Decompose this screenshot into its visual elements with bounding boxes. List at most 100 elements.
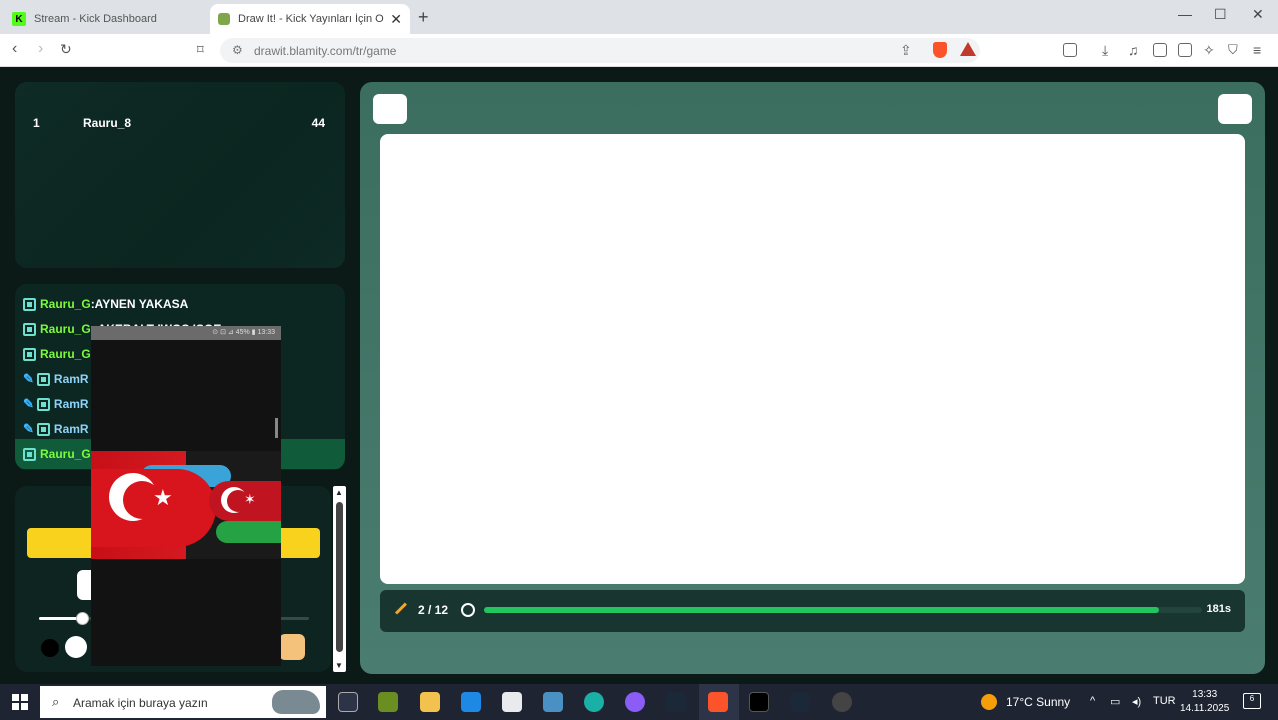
- tiktok-icon[interactable]: [749, 692, 769, 712]
- back-icon[interactable]: ‹: [12, 40, 17, 58]
- volume-icon[interactable]: ◂): [1132, 695, 1141, 708]
- chat-username: Rauru_G: [40, 347, 91, 361]
- phone-screen-overlay: ⊙ ⊡ ⊿ 45% ▮ 13:33 ★ ✶: [91, 326, 281, 666]
- time-progress-fill: [484, 607, 1159, 613]
- game-area: 2 / 12 181s: [360, 82, 1265, 674]
- brave-rewards-icon[interactable]: [960, 42, 976, 56]
- brave-icon[interactable]: [708, 692, 728, 712]
- chat-message: ✎ RamR: [23, 419, 89, 439]
- tr-star-icon: ★: [153, 485, 173, 510]
- panel-scrollbar[interactable]: ▲ ▼: [333, 486, 346, 672]
- windows-start-icon[interactable]: [12, 694, 28, 710]
- media-icon[interactable]: ♫: [1128, 42, 1139, 58]
- clock-time: 13:33: [1192, 689, 1218, 700]
- file-explorer-icon[interactable]: [420, 692, 440, 712]
- forward-icon[interactable]: ›: [38, 40, 43, 58]
- kick-badge-icon: [36, 422, 50, 436]
- vpn-icon[interactable]: ⛉: [1228, 42, 1238, 58]
- search-highlight-image: [272, 690, 320, 714]
- minecraft-icon[interactable]: [378, 692, 398, 712]
- scroll-up-icon[interactable]: ▲: [335, 488, 343, 497]
- app-icon[interactable]: [543, 692, 563, 712]
- site-settings-icon[interactable]: ⚙: [232, 43, 243, 57]
- game-right-button[interactable]: [1218, 94, 1252, 124]
- fill-tool-button[interactable]: [279, 634, 305, 660]
- share-icon[interactable]: ⇪: [900, 42, 912, 59]
- network-icon[interactable]: ▭: [1110, 695, 1120, 708]
- steam-icon[interactable]: [666, 692, 686, 712]
- leaderboard-name: Rauru_8: [83, 116, 132, 130]
- steam-icon[interactable]: [790, 692, 810, 712]
- chat-username: Rauru_G: [40, 297, 91, 311]
- kick-badge-icon: [23, 297, 36, 311]
- maximize-button[interactable]: ☐: [1214, 6, 1227, 23]
- tray-arrow-icon[interactable]: ^: [1090, 695, 1095, 707]
- tab-title: Draw It! - Kick Yayınları İçin O: [238, 13, 384, 25]
- kick-icon: K: [12, 12, 26, 26]
- photos-icon[interactable]: [502, 692, 522, 712]
- scroll-thumb[interactable]: [336, 502, 343, 652]
- reader-icon[interactable]: [1063, 43, 1077, 57]
- drawer-pencil-icon: ✎: [23, 396, 34, 411]
- leaderboard-rank: 1: [33, 116, 40, 130]
- kick-badge-icon: [23, 447, 36, 461]
- tab-kick-dashboard[interactable]: K Stream - Kick Dashboard: [4, 4, 208, 34]
- scroll-down-icon[interactable]: ▼: [335, 661, 343, 670]
- leaderboard-score: 44: [311, 116, 325, 130]
- game-page: 1 Rauru_8 44 Rauru_G :AYNEN YAKASA Rauru…: [0, 68, 1278, 684]
- brave-shield-icon[interactable]: [933, 42, 947, 58]
- color-swatch-white[interactable]: [65, 636, 87, 658]
- weather-text[interactable]: 17°C Sunny: [1006, 695, 1070, 709]
- address-bar: ‹ › ↻ ⌑ ⚙ drawit.blamity.com/tr/game ⇪ ⤓…: [0, 34, 1278, 67]
- tab-title: Stream - Kick Dashboard: [34, 13, 157, 25]
- round-status-bar: 2 / 12 181s: [380, 590, 1245, 632]
- leo-ai-icon[interactable]: ✧: [1203, 42, 1215, 59]
- copilot-icon[interactable]: [625, 692, 645, 712]
- chat-message: ✎ RamR: [23, 369, 89, 389]
- phone-status-bar: ⊙ ⊡ ⊿ 45% ▮ 13:33: [91, 326, 281, 340]
- chat-username: RamR: [53, 372, 89, 386]
- new-tab-button[interactable]: +: [418, 7, 429, 28]
- edge-icon[interactable]: [584, 692, 604, 712]
- turkey-azerbaijan-flag-image: ★ ✶: [91, 451, 281, 559]
- color-swatch-black[interactable]: [41, 639, 59, 657]
- obs-icon[interactable]: [832, 692, 852, 712]
- browser-tab-bar: K Stream - Kick Dashboard Draw It! - Kic…: [0, 0, 1278, 34]
- taskbar-search[interactable]: ⌕ Aramak için buraya yazın: [40, 686, 326, 718]
- game-left-button[interactable]: [373, 94, 407, 124]
- download-icon[interactable]: ⤓: [1102, 42, 1108, 59]
- kick-badge-icon: [36, 397, 50, 411]
- brush-size-handle[interactable]: [76, 612, 90, 625]
- az-star-icon: ✶: [244, 491, 256, 507]
- bookmark-icon[interactable]: ⌑: [197, 42, 204, 58]
- drawit-icon: [218, 13, 230, 25]
- url-field[interactable]: ⚙ drawit.blamity.com/tr/game ⇪: [220, 38, 980, 63]
- task-view-icon[interactable]: [338, 692, 358, 712]
- close-window-button[interactable]: ✕: [1252, 6, 1264, 23]
- kick-badge-icon: [36, 372, 50, 386]
- time-left: 181s: [1206, 603, 1231, 615]
- wallet-icon[interactable]: [1178, 43, 1192, 57]
- time-progress-bar: [484, 607, 1202, 613]
- pencil-icon: [394, 602, 407, 615]
- reload-icon[interactable]: ↻: [60, 41, 72, 58]
- mail-icon[interactable]: [461, 692, 481, 712]
- minimize-button[interactable]: —: [1178, 6, 1192, 22]
- leaderboard-panel: 1 Rauru_8 44: [15, 82, 345, 268]
- search-placeholder: Aramak için buraya yazın: [73, 696, 208, 710]
- round-counter: 2 / 12: [418, 603, 449, 617]
- clock-date: 14.11.2025: [1180, 703, 1230, 714]
- chat-message: ✎ RamR: [23, 394, 89, 414]
- drawing-canvas[interactable]: [380, 134, 1245, 584]
- sun-icon: [981, 694, 997, 710]
- taskbar-clock[interactable]: 13:33 14.11.2025: [1180, 688, 1229, 716]
- notification-icon[interactable]: 6: [1243, 693, 1261, 709]
- sidebar-icon[interactable]: [1153, 43, 1167, 57]
- chat-username: Rauru_G: [40, 447, 91, 461]
- tab-draw-it[interactable]: Draw It! - Kick Yayınları İçin O ✕: [210, 4, 410, 34]
- kick-badge-icon: [23, 322, 36, 336]
- close-tab-icon[interactable]: ✕: [390, 11, 402, 28]
- language-indicator[interactable]: TUR: [1153, 695, 1176, 707]
- timer-icon: [461, 603, 475, 617]
- menu-icon[interactable]: ≡: [1253, 42, 1261, 58]
